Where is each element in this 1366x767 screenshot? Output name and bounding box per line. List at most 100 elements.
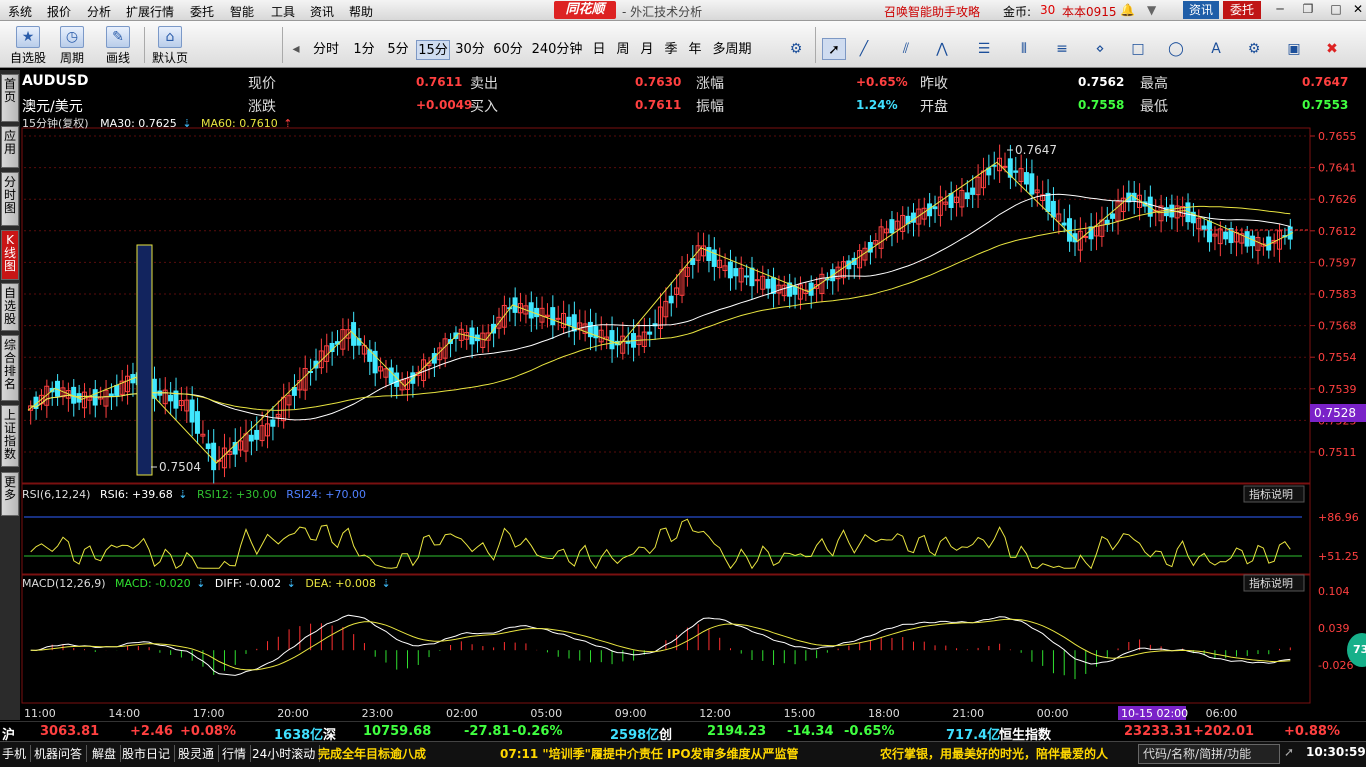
bottom-tab-3[interactable]: 股市日记 <box>122 745 176 762</box>
macd-title: MACD(12,26,9) <box>22 577 106 590</box>
period-7[interactable]: 日 <box>588 40 610 60</box>
promo-link[interactable]: 召唤智能助手攻略 <box>884 3 980 20</box>
left-tab-char: 名 <box>3 377 16 391</box>
macd-help-label: 指标说明 <box>1249 576 1293 590</box>
news-button[interactable]: 资讯 <box>1183 1 1219 19</box>
line-tool-icon[interactable]: ╱ <box>852 38 876 60</box>
candle-body <box>211 442 217 471</box>
menu-trade[interactable]: 委托 <box>190 3 214 20</box>
search-input[interactable]: 代码/名称/简拼/功能 <box>1138 744 1280 764</box>
bottom-tab-0[interactable]: 手机 <box>2 745 32 762</box>
menu-tools[interactable]: 工具 <box>271 3 295 20</box>
angle-tool-icon[interactable]: ⋄ <box>1088 38 1112 60</box>
chart-area[interactable]: 0.7647 0.7504 0.7655 0.7641 0.7626 0.7612 0.… <box>20 70 1366 720</box>
quote-label-0: 现价 <box>248 76 276 92</box>
wave-tool-icon[interactable]: ⋀ <box>930 38 954 60</box>
bottom-tab-6[interactable]: 24小时滚动 <box>252 745 321 762</box>
channel-icon[interactable]: ≡ <box>1050 38 1074 60</box>
cursor-tool-icon[interactable]: ➚ <box>822 38 846 60</box>
menu-smart[interactable]: 智能 <box>230 3 254 20</box>
news-ticker-3[interactable]: 农行掌银，用最美好的时光，陪伴最爱的人 <box>880 745 1108 762</box>
watchlist-button[interactable]: ★ 自选股 <box>6 24 50 66</box>
bottom-tab-1[interactable]: 机器问答 <box>34 745 88 762</box>
period-9[interactable]: 月 <box>636 40 658 60</box>
coin-value: 30 <box>1040 3 1056 17</box>
quote-label-2: 涨幅 <box>696 76 724 92</box>
close-icon[interactable]: ✕ <box>1348 2 1366 18</box>
ellipse-icon[interactable]: ◯ <box>1164 38 1188 60</box>
menu-help[interactable]: 帮助 <box>349 3 373 20</box>
cursor-icon[interactable]: ➚ <box>1284 745 1294 759</box>
candle-body <box>194 411 200 434</box>
delete-drawing-icon[interactable]: ✖ <box>1320 38 1344 60</box>
menu-quote[interactable]: 报价 <box>47 3 71 20</box>
left-tab-6[interactable]: 上证指数 <box>1 405 19 467</box>
news-ticker-1[interactable]: 完成全年目标逾八成 <box>318 745 426 762</box>
candle-body <box>932 206 938 210</box>
bottom-tab-5[interactable]: 行情 <box>222 745 252 762</box>
hs-index-value: 23233.31 <box>1124 724 1193 739</box>
coin-label: 金币: <box>1003 5 1032 19</box>
candle-body <box>550 307 556 326</box>
period-12[interactable]: 多周期 <box>708 40 756 60</box>
quote-label-8: 开盘 <box>920 99 948 115</box>
collapse-icon[interactable]: ◂ <box>284 38 308 60</box>
draw-settings-icon[interactable]: ⚙ <box>1242 38 1266 60</box>
left-tab-0[interactable]: 首页 <box>1 74 19 122</box>
period-1[interactable]: 1分 <box>348 40 380 60</box>
price-axis-label: 0.7539 <box>1318 383 1357 396</box>
left-tab-3[interactable]: K线图 <box>1 230 19 280</box>
period-4[interactable]: 30分 <box>452 40 488 60</box>
quote-value-8: 0.7558 <box>1078 98 1125 112</box>
quote-value-9: 0.7553 <box>1302 98 1349 112</box>
app-logo: 同花顺 <box>554 1 616 19</box>
menu-extended-market[interactable]: 扩展行情 <box>126 3 174 20</box>
rsi-help-label: 指标说明 <box>1249 487 1293 501</box>
rsi24-legend: RSI24: +70.00 <box>286 488 366 501</box>
parallel-line-icon[interactable]: ⫽ <box>894 38 918 60</box>
default-page-button[interactable]: ⌂ 默认页 <box>148 24 192 66</box>
period-3[interactable]: 15分 <box>416 40 450 60</box>
candle-body <box>534 307 540 318</box>
left-tab-2[interactable]: 分时图 <box>1 172 19 226</box>
shirt-icon[interactable]: ▼ <box>1147 3 1156 17</box>
macd-value-legend: MACD: -0.020 <box>115 577 191 590</box>
hs-index-percent: +0.88% <box>1284 724 1340 739</box>
gear-icon[interactable]: ⚙ <box>784 38 808 60</box>
period-11[interactable]: 年 <box>684 40 706 60</box>
news-ticker-2[interactable]: 07:11 "培训季"履提中介责任 IPO发审多维度从严监管 <box>500 745 799 762</box>
candle-body <box>749 267 755 287</box>
menu-analysis[interactable]: 分析 <box>87 3 111 20</box>
cycle-lines-icon[interactable]: ⦀ <box>1012 38 1036 60</box>
left-tab-1[interactable]: 应用 <box>1 126 19 168</box>
maximize-icon[interactable]: □ <box>1326 2 1346 18</box>
trade-button[interactable]: 委托 <box>1223 1 1261 19</box>
period-2[interactable]: 5分 <box>382 40 414 60</box>
period-5[interactable]: 60分 <box>490 40 526 60</box>
minimize-icon[interactable]: ─ <box>1270 2 1290 18</box>
candle-body <box>1223 231 1229 240</box>
candle-body <box>1029 173 1035 195</box>
left-tab-4[interactable]: 自选股 <box>1 283 19 331</box>
fibonacci-icon[interactable]: ☰ <box>972 38 996 60</box>
menu-info[interactable]: 资讯 <box>310 3 334 20</box>
period-0[interactable]: 分时 <box>306 40 346 60</box>
rsi6-legend: RSI6: +39.68 <box>100 488 173 501</box>
menu-system[interactable]: 系统 <box>8 3 32 20</box>
bottom-tab-4[interactable]: 股灵通 <box>178 745 220 762</box>
rectangle-icon[interactable]: □ <box>1126 38 1150 60</box>
left-tab-7[interactable]: 更多 <box>1 472 19 516</box>
restore-icon[interactable]: ❐ <box>1298 2 1318 18</box>
sz-index-percent: -0.26% <box>512 724 563 739</box>
period-8[interactable]: 周 <box>612 40 634 60</box>
bell-icon[interactable]: 🔔 <box>1120 3 1135 17</box>
bottom-tab-2[interactable]: 解盘 <box>92 745 122 762</box>
period-button[interactable]: ◷ 周期 <box>50 24 94 66</box>
text-tool-icon[interactable]: A <box>1204 38 1228 60</box>
period-6[interactable]: 240分钟 <box>528 40 586 60</box>
price-axis-label: 0.7511 <box>1318 446 1357 459</box>
left-tab-5[interactable]: 综合排名 <box>1 335 19 401</box>
draw-line-button[interactable]: ✎ 画线 <box>96 24 140 66</box>
period-10[interactable]: 季 <box>660 40 682 60</box>
save-drawing-icon[interactable]: ▣ <box>1282 38 1306 60</box>
